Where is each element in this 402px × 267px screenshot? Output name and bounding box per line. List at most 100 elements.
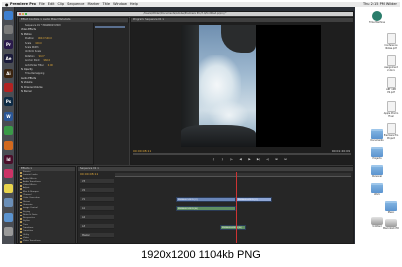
track-header[interactable]: A3 — [80, 224, 114, 229]
menu-bar: ● Premiere Pro File Edit Clip Sequence Marker… — [2, 2, 400, 7]
effect-row-label: fx Motion — [21, 32, 32, 36]
effect-row[interactable]: Time Remapping — [21, 72, 44, 75]
timeline-clip[interactable]: PRGB0024.MOV [A] — [220, 225, 246, 230]
menu-clip[interactable]: Clip — [58, 2, 65, 7]
timeline-timecode[interactable]: 00:00:08:11 — [80, 172, 98, 176]
effects-list-item[interactable]: Video Transitions — [19, 240, 75, 243]
transport-button[interactable]: →| — [265, 157, 270, 161]
effect-row[interactable]: Rotation 90.0° — [21, 55, 45, 58]
program-monitor-tab[interactable]: Program: Sequence 01 × — [131, 18, 353, 22]
effect-row-label: Scale Width — [25, 46, 39, 49]
menu-edit[interactable]: Edit — [48, 2, 55, 7]
effect-row[interactable]: fx Motion — [21, 33, 32, 36]
effect-row[interactable]: Anti-flicker Filter 0.00 — [21, 64, 53, 67]
desktop-icon-folder[interactable]: Documents — [369, 129, 385, 143]
chrome-icon[interactable] — [4, 126, 13, 136]
track-header[interactable]: A1 — [80, 206, 114, 211]
effect-row-value[interactable]: 960.0 — [44, 59, 51, 62]
effect-row[interactable]: Uniform Scale — [21, 50, 41, 53]
transport-button[interactable]: ◀ — [238, 157, 243, 161]
launchpad-icon[interactable] — [4, 25, 13, 35]
effect-row-value[interactable]: 960.0 540.0 — [38, 37, 52, 40]
effect-row[interactable]: Scale Width — [21, 46, 39, 49]
trash-icon[interactable] — [4, 227, 13, 236]
desktop-icon-clock[interactable]: Time Machine — [369, 11, 385, 25]
desktop-icon-folder[interactable]: Personal — [369, 165, 385, 179]
track-header[interactable]: Master — [80, 233, 114, 238]
desktop-icon-label: Documents — [370, 139, 384, 142]
desktop-screen: ● Premiere Pro File Edit Clip Sequence Marker… — [2, 2, 400, 244]
transport-button[interactable]: ⊟ — [283, 157, 288, 161]
desktop-icon-folder[interactable]: Music — [383, 201, 399, 215]
track-header[interactable]: V1 — [80, 197, 114, 202]
effect-row[interactable]: fx Opacity — [21, 68, 33, 71]
timeline-clip[interactable]: PRGB0023.MOV [A] — [176, 206, 236, 211]
menu-title[interactable]: Title — [103, 2, 111, 7]
effect-row[interactable]: Scale 100.0 — [21, 42, 42, 45]
indesign-icon[interactable]: Id — [4, 155, 13, 164]
finder-icon[interactable] — [4, 11, 13, 20]
effect-row-label: Scale — [25, 41, 32, 45]
track-header[interactable]: V3 — [80, 179, 114, 184]
minimize-window-icon[interactable] — [22, 13, 24, 15]
transport-button[interactable]: { — [211, 157, 216, 161]
monitor-scrub-bar[interactable] — [133, 153, 351, 155]
effect-row[interactable]: Sequence 01 * PRGB0023.MOV — [21, 24, 61, 27]
effect-clip-bar[interactable] — [95, 26, 125, 28]
video-frame — [181, 25, 256, 147]
track-header[interactable]: V2 — [80, 188, 114, 193]
transport-button[interactable]: ▶| — [256, 157, 261, 161]
premiere-icon[interactable]: Pr — [4, 39, 13, 49]
preview-icon[interactable] — [4, 198, 13, 208]
folder-icon[interactable] — [4, 212, 13, 222]
effect-row[interactable]: fx Panner — [21, 90, 32, 93]
desktop-icon-drive[interactable]: Macintosh HD — [383, 219, 399, 231]
desktop-icon-doc[interactable]: Conference Notes.pdf — [383, 33, 399, 51]
desktop-icon-doc[interactable]: Assignment 2.docx — [383, 55, 399, 73]
playhead[interactable] — [236, 172, 237, 243]
word-icon[interactable]: W — [4, 111, 13, 121]
menu-window[interactable]: Window — [113, 2, 127, 7]
timeline-tab[interactable]: Sequence 01 × — [78, 167, 353, 171]
effect-row[interactable]: Position 960.0 540.0 — [21, 37, 52, 40]
desktop-icon-folder[interactable]: Projects — [369, 147, 385, 161]
aftereffects-icon[interactable]: Ae — [4, 54, 13, 64]
acrobat-icon[interactable] — [4, 83, 13, 92]
timeline-panel: Sequence 01 × 00:00:08:11 V3 V2 V1 A1 A2 A3 Ma… — [77, 166, 354, 244]
transport-button[interactable]: ▶ — [247, 157, 252, 161]
desktop-icon-doc[interactable]: ART 10B P2.pdf — [383, 77, 399, 95]
photoshop-icon[interactable]: Ps — [4, 97, 13, 107]
effect-controls-timeline[interactable] — [93, 23, 129, 165]
transport-button[interactable]: |← — [229, 157, 234, 161]
menu-help[interactable]: Help — [130, 2, 138, 7]
zoom-window-icon[interactable] — [25, 13, 27, 15]
effect-row-value[interactable]: 90.0° — [39, 55, 45, 58]
menu-file[interactable]: File — [39, 2, 45, 7]
desktop-icon-label: Apple Promo Final — [383, 112, 399, 118]
effect-row[interactable]: fx Channel Volume — [21, 86, 43, 89]
effect-row-value[interactable]: 0.00 — [48, 64, 53, 67]
track-header[interactable]: A2 — [80, 215, 114, 220]
effect-row-value[interactable]: 100.0 — [35, 42, 42, 45]
desktop-icon-doc[interactable]: Apple Promo Final — [383, 101, 399, 119]
effect-row-label: Uniform Scale — [25, 50, 42, 54]
firefox-icon[interactable] — [4, 140, 13, 150]
effect-controls-tab[interactable]: Effect Controls × Audio Mixer Metadata — [19, 18, 128, 22]
desktop-icon-doc[interactable]: Premiere Pro Project — [383, 123, 399, 141]
menu-sequence[interactable]: Sequence — [67, 2, 84, 7]
menu-marker[interactable]: Marker — [87, 2, 99, 7]
effect-row[interactable]: fx Volume — [21, 81, 32, 84]
transport-button[interactable]: ⊞ — [274, 157, 279, 161]
close-window-icon[interactable] — [19, 13, 21, 15]
itunes-icon[interactable] — [4, 169, 13, 179]
effect-row[interactable]: Anchor Point 960.0 — [21, 59, 50, 62]
effect-row[interactable]: Audio Effects — [21, 77, 36, 80]
timeline-clip[interactable]: PRGB0023.MOV [V] — [176, 197, 236, 202]
timeline-clip[interactable]: PRGB0024.MOV [V] — [236, 197, 272, 202]
stickies-icon[interactable] — [4, 183, 13, 193]
desktop-icon-folder[interactable]: Work — [369, 183, 385, 197]
effect-row[interactable]: Video Effects — [21, 28, 36, 31]
timeline-ruler[interactable] — [115, 173, 351, 177]
illustrator-icon[interactable]: Ai — [4, 68, 13, 78]
transport-button[interactable]: } — [220, 157, 225, 161]
